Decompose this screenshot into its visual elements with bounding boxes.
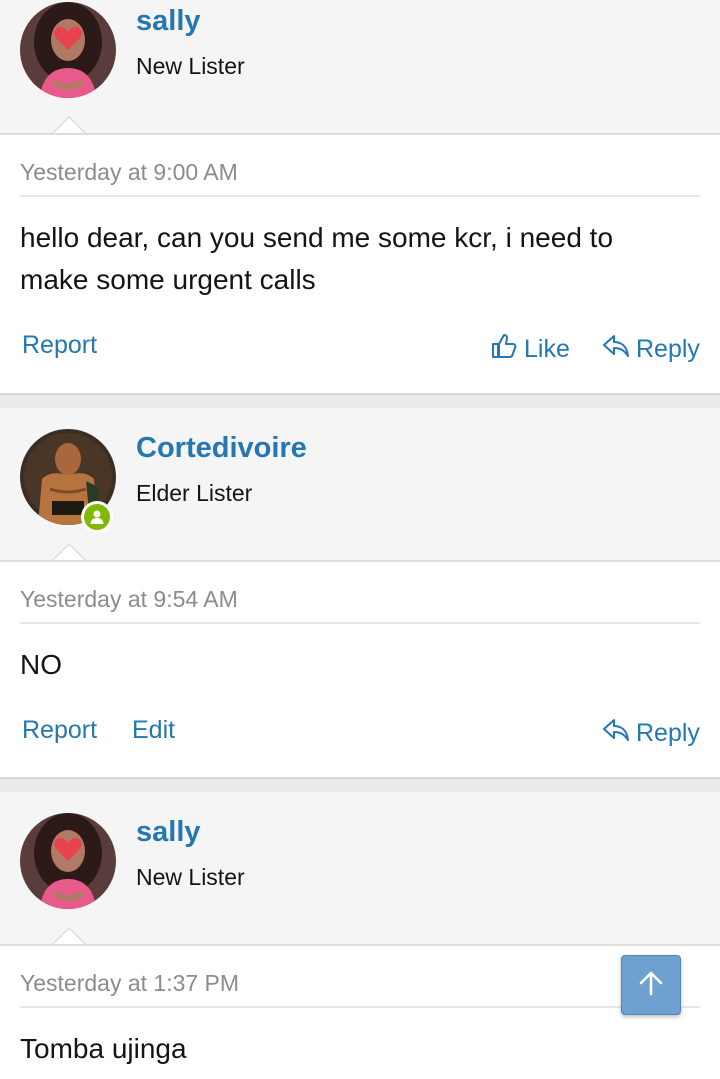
like-label: Like	[524, 335, 570, 363]
message-line: make some urgent calls	[20, 264, 316, 295]
post-timestamp[interactable]: Yesterday at 9:00 AM	[20, 159, 238, 186]
arrow-up-icon	[637, 969, 665, 1002]
like-button[interactable]: Like	[490, 332, 570, 367]
post-2-content: Yesterday at 9:54 AM NO Report Edit Repl…	[0, 560, 720, 779]
meta-divider	[20, 195, 700, 197]
reply-icon	[602, 716, 630, 751]
post-message: hello dear, can you send me some kcr, i …	[20, 217, 700, 301]
post-2-user-block: Cortedivoire Elder Lister	[0, 408, 720, 561]
meta-divider	[20, 622, 700, 624]
username[interactable]: Cortedivoire	[136, 432, 307, 465]
reply-label: Reply	[636, 335, 700, 363]
reply-label: Reply	[636, 719, 700, 747]
user-title: New Lister	[136, 53, 245, 79]
report-button[interactable]: Report	[22, 331, 97, 360]
report-button[interactable]: Report	[22, 716, 97, 745]
username[interactable]: sally	[136, 5, 201, 38]
scroll-to-top-button[interactable]	[621, 955, 681, 1015]
post-1-content: Yesterday at 9:00 AM hello dear, can you…	[0, 133, 720, 395]
post-separator	[0, 777, 720, 793]
message-line: NO	[20, 649, 62, 680]
avatar[interactable]	[20, 813, 116, 909]
avatar[interactable]	[20, 2, 116, 98]
post-timestamp[interactable]: Yesterday at 1:37 PM	[20, 970, 239, 997]
post-separator	[0, 393, 720, 409]
post-message: Tomba ujinga	[20, 1028, 700, 1070]
post-3-content: Yesterday at 1:37 PM Tomba ujinga	[0, 944, 720, 1079]
user-title: New Lister	[136, 864, 245, 890]
edit-button[interactable]: Edit	[132, 716, 175, 745]
reply-button[interactable]: Reply	[602, 332, 700, 367]
username[interactable]: sally	[136, 816, 201, 849]
reply-button[interactable]: Reply	[602, 716, 700, 751]
post-3-user-block: sally New Lister	[0, 792, 720, 945]
message-line: Tomba ujinga	[20, 1033, 187, 1064]
post-1-user-block: sally New Lister	[0, 0, 720, 134]
user-title: Elder Lister	[136, 480, 253, 506]
thumbs-up-icon	[490, 332, 518, 367]
meta-divider	[20, 1006, 700, 1008]
message-line: hello dear, can you send me some kcr, i …	[20, 222, 614, 253]
online-user-icon	[81, 501, 113, 533]
reply-icon	[602, 332, 630, 367]
post-message: NO	[20, 644, 700, 686]
post-timestamp[interactable]: Yesterday at 9:54 AM	[20, 586, 238, 613]
